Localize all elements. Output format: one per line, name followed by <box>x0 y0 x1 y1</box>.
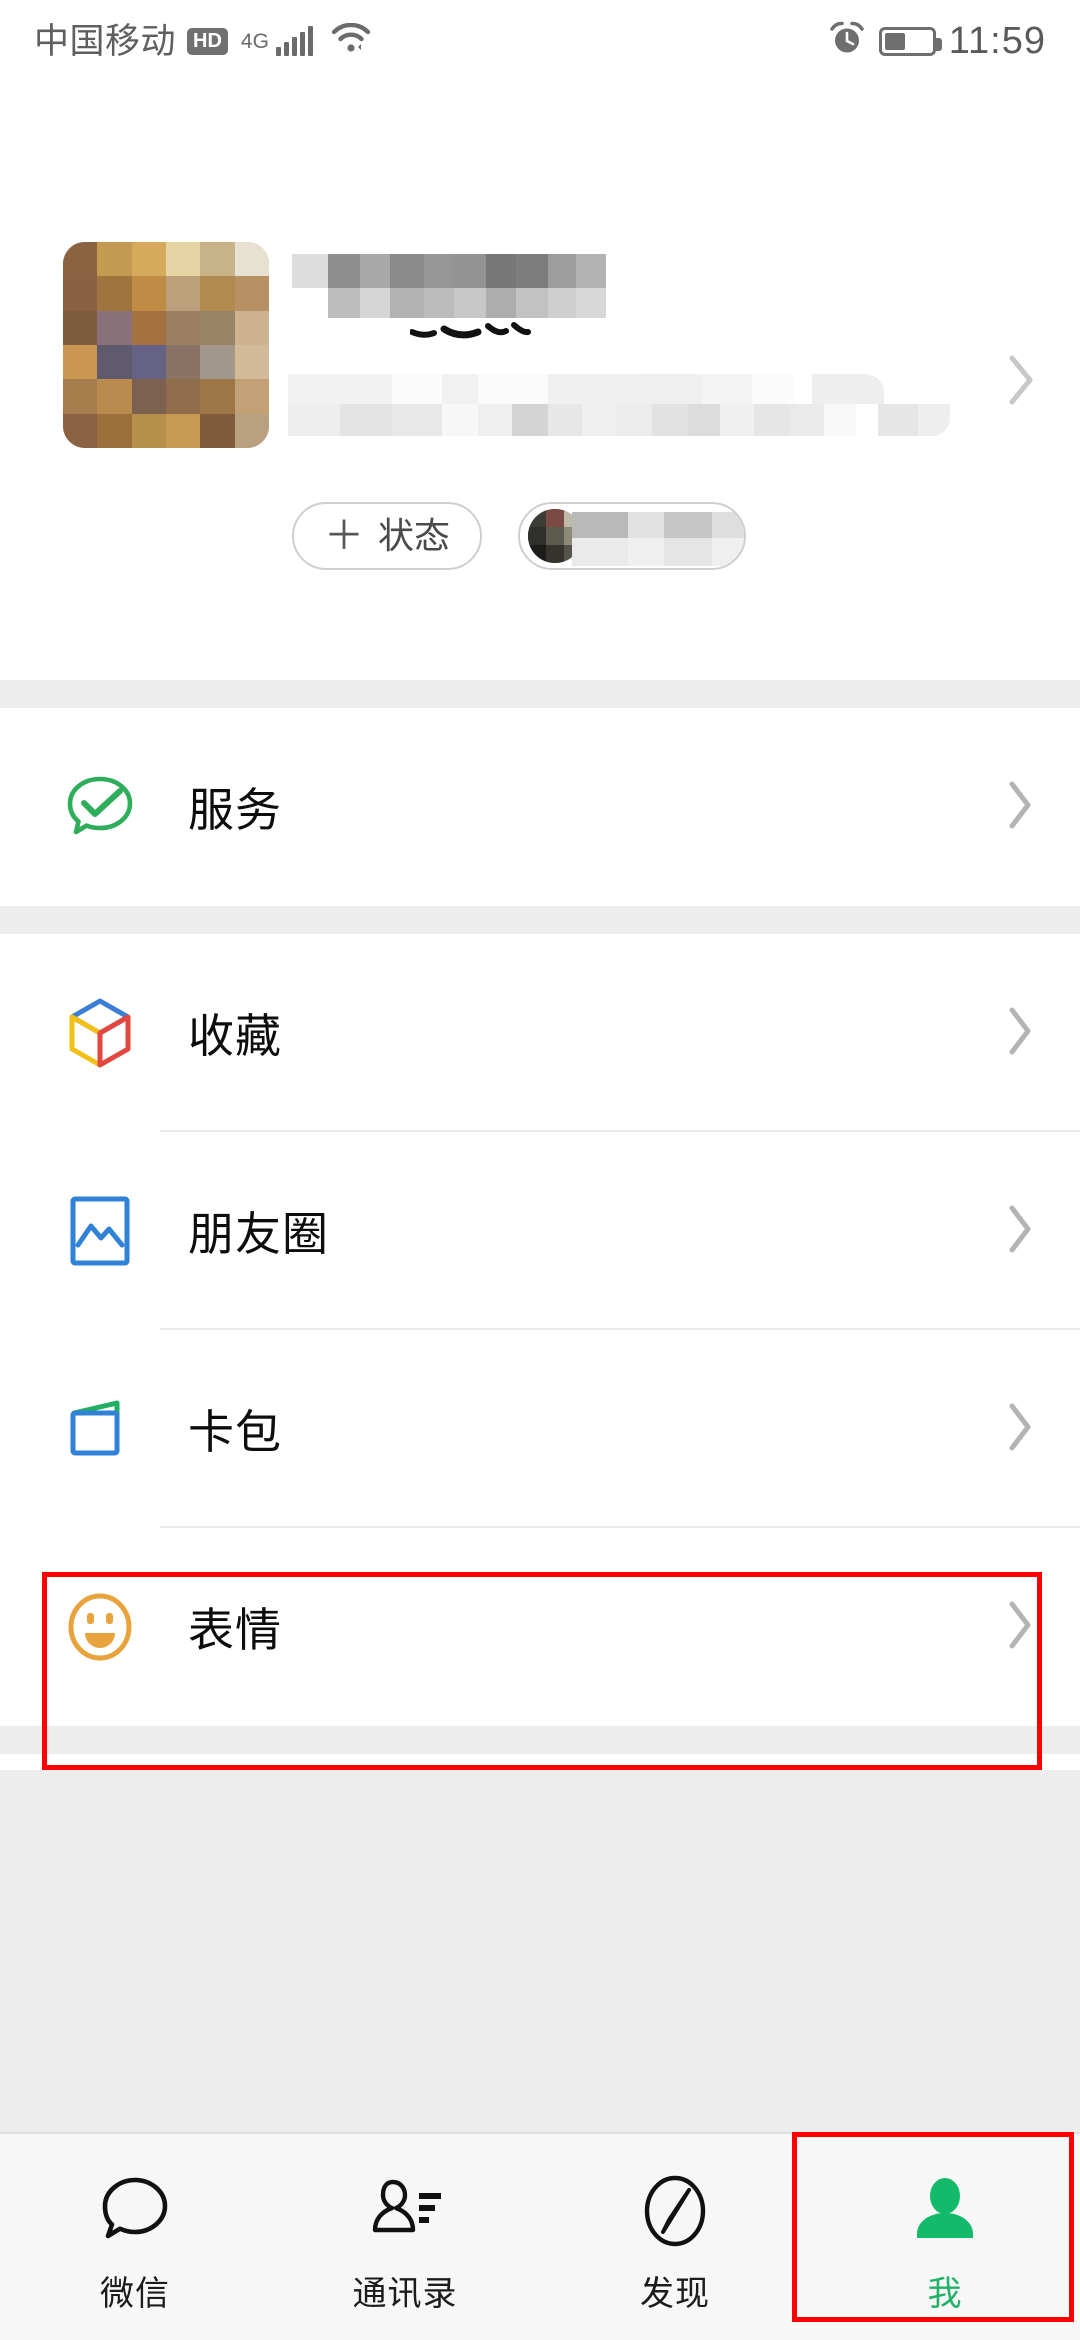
profile-pill-row: ＋ 状态 <box>292 502 747 570</box>
profile-header[interactable]: ＋ 状态 <box>0 82 1080 680</box>
name-scribble-marks <box>410 322 531 339</box>
menu-group-services: 服务 <box>0 708 1080 906</box>
status-chip-label-redacted <box>572 512 745 566</box>
chevron-right-icon <box>1004 778 1036 837</box>
chevron-right-icon <box>1004 1598 1036 1657</box>
plus-icon: ＋ <box>324 514 364 558</box>
menu-label-stickers: 表情 <box>188 1604 282 1656</box>
moments-photo-icon <box>62 1193 138 1269</box>
discover-compass-icon <box>635 2168 715 2252</box>
clock-time-label: 11:59 <box>948 20 1046 62</box>
stickers-smiley-icon <box>62 1589 138 1665</box>
chevron-right-icon <box>1004 1202 1036 1261</box>
add-status-label: 状态 <box>378 515 451 556</box>
favorites-cube-icon <box>62 995 138 1071</box>
contacts-icon <box>363 2168 447 2252</box>
menu-label-moments: 朋友圈 <box>188 1208 329 1260</box>
profile-chevron-right-icon[interactable] <box>1004 352 1038 413</box>
bottom-tab-bar: 微信 通讯录 发现 我 <box>0 2132 1080 2340</box>
wechat-id-redacted <box>288 374 950 436</box>
chevron-right-icon <box>1004 1400 1036 1459</box>
user-avatar-image[interactable] <box>63 242 269 448</box>
carrier-label: 中国移动 <box>34 21 177 61</box>
tab-wechat[interactable]: 微信 <box>0 2134 270 2340</box>
menu-label-cards: 卡包 <box>188 1406 282 1458</box>
menu-row-favorites[interactable]: 收藏 <box>0 934 1080 1132</box>
tab-me[interactable]: 我 <box>810 2134 1080 2340</box>
alarm-clock-icon <box>828 20 866 63</box>
cards-wallet-icon <box>62 1391 138 1467</box>
tab-discover[interactable]: 发现 <box>540 2134 810 2340</box>
wechat-me-screen: 中国移动 HD 4G 11:59 ＋ 状态 服务 收藏 朋友圈 卡包 表情 微信… <box>0 0 1080 2340</box>
menu-row-moments[interactable]: 朋友圈 <box>0 1132 1080 1330</box>
network-type-label: 4G <box>240 30 269 53</box>
tab-label-contacts: 通讯录 <box>352 2274 458 2313</box>
services-check-bubble-icon <box>62 769 138 845</box>
section-gap <box>0 906 1080 934</box>
status-bar-right: 11:59 <box>828 20 1046 63</box>
section-gap <box>0 680 1080 708</box>
menu-label-services: 服务 <box>188 784 282 836</box>
add-status-button[interactable]: ＋ 状态 <box>292 502 483 570</box>
chevron-right-icon <box>1004 1004 1036 1063</box>
tab-contacts[interactable]: 通讯录 <box>270 2134 540 2340</box>
wifi-icon <box>331 22 371 59</box>
signal-bars-icon <box>275 26 313 56</box>
tab-label-wechat: 微信 <box>100 2274 170 2313</box>
chat-bubble-icon <box>95 2168 175 2252</box>
me-person-icon <box>905 2168 985 2252</box>
menu-row-stickers[interactable]: 表情 <box>0 1528 1080 1726</box>
section-gap <box>0 1726 1080 1754</box>
page-background-filler <box>0 1770 1080 2132</box>
menu-row-services[interactable]: 服务 <box>0 708 1080 906</box>
status-bar-left: 中国移动 HD 4G <box>34 21 371 61</box>
battery-icon <box>878 26 942 56</box>
menu-group-main: 收藏 朋友圈 卡包 表情 <box>0 934 1080 1726</box>
status-bar: 中国移动 HD 4G 11:59 <box>0 0 1080 82</box>
menu-row-cards[interactable]: 卡包 <box>0 1330 1080 1528</box>
status-chip-button[interactable] <box>518 502 747 570</box>
display-name-redacted <box>292 254 606 339</box>
tab-label-discover: 发现 <box>640 2274 710 2313</box>
hd-badge-icon: HD <box>187 27 228 55</box>
tab-label-me: 我 <box>927 2274 963 2313</box>
menu-label-favorites: 收藏 <box>188 1010 282 1062</box>
